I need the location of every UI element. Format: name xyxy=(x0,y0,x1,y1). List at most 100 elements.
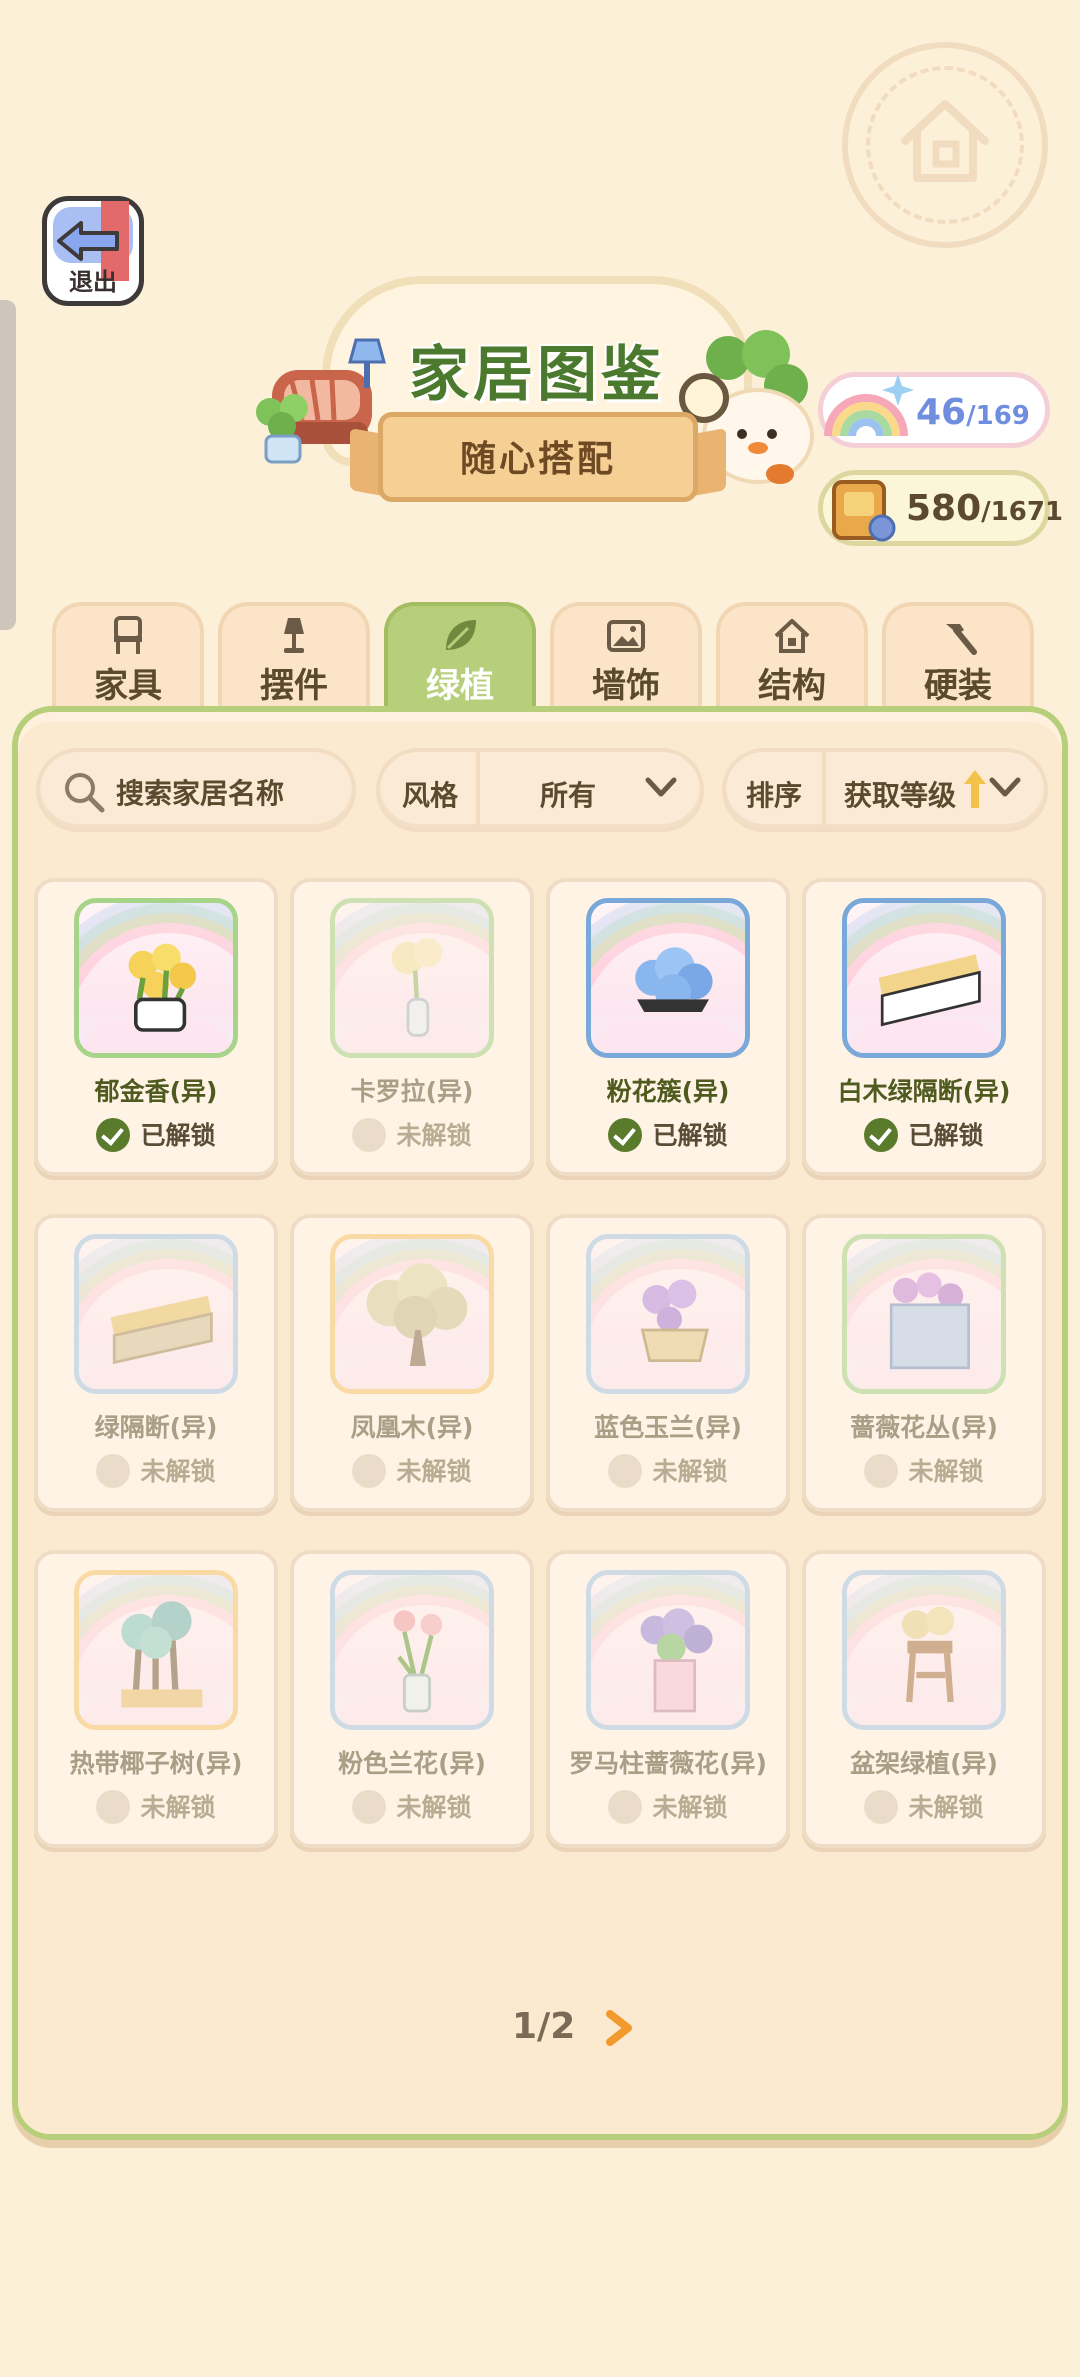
item-thumbnail xyxy=(842,898,1006,1058)
item-card[interactable]: 白木绿隔断(异) 已解锁 xyxy=(802,878,1046,1176)
home-button[interactable] xyxy=(842,42,1048,248)
plant-item-icon xyxy=(640,1279,709,1362)
book-icon xyxy=(832,480,896,542)
item-thumbnail xyxy=(842,1234,1006,1394)
collection-count: 46/169 xyxy=(916,392,1030,433)
lock-status-icon xyxy=(96,1454,131,1488)
item-card[interactable]: 凤凰木(异) 未解锁 xyxy=(290,1214,534,1512)
next-page-icon[interactable] xyxy=(604,2010,634,2046)
sort-value: 获取等级 xyxy=(844,779,957,812)
item-card[interactable]: 蔷薇花丛(异) 未解锁 xyxy=(802,1214,1046,1512)
side-edge-handle xyxy=(0,300,16,630)
unlock-status: 未解锁 xyxy=(550,1452,786,1490)
tab-label: 结构 xyxy=(758,666,826,706)
tab-furniture[interactable]: 家具 xyxy=(52,602,204,714)
chevron-down-icon xyxy=(645,777,677,797)
unlock-status: 未解锁 xyxy=(38,1788,274,1826)
lock-status-icon xyxy=(352,1118,387,1152)
plant-item-icon xyxy=(121,1601,203,1708)
item-name: 粉色兰花(异) xyxy=(338,1749,486,1778)
check-icon xyxy=(864,1118,899,1152)
tab-ornaments[interactable]: 摆件 xyxy=(218,602,370,714)
unlock-status-label: 已解锁 xyxy=(140,1121,216,1150)
item-name: 热带椰子树(异) xyxy=(69,1749,243,1778)
lock-status-icon xyxy=(864,1454,899,1488)
unlock-status-label: 未解锁 xyxy=(140,1457,216,1486)
item-card[interactable]: 罗马柱蔷薇花(异) 未解锁 xyxy=(546,1550,790,1848)
plant-item-icon xyxy=(391,938,443,1037)
unlock-status-label: 未解锁 xyxy=(652,1457,728,1486)
style-filter-value: 所有 xyxy=(540,779,597,812)
item-thumbnail xyxy=(330,1570,494,1730)
unlock-status: 未解锁 xyxy=(806,1452,1042,1490)
sort-up-arrow-icon xyxy=(964,770,986,808)
unlock-status-label: 未解锁 xyxy=(396,1457,472,1486)
tab-label: 摆件 xyxy=(260,666,328,706)
unlock-status: 未解锁 xyxy=(294,1452,530,1490)
plant-item-icon xyxy=(640,1608,713,1713)
chevron-down-icon xyxy=(989,777,1021,797)
item-card[interactable]: 粉花簇(异) 已解锁 xyxy=(546,878,790,1176)
lock-status-icon xyxy=(864,1790,899,1824)
item-thumbnail xyxy=(330,1234,494,1394)
page-title: 家居图鉴 xyxy=(409,340,665,410)
lock-status-icon xyxy=(608,1790,643,1824)
tab-wall-decor[interactable]: 墙饰 xyxy=(550,602,702,714)
lamp-icon xyxy=(284,618,304,653)
tab-label: 家具 xyxy=(94,666,162,706)
tab-label: 硬装 xyxy=(924,666,992,706)
tab-label: 绿植 xyxy=(426,666,494,706)
page-subtitle: 随心搭配 xyxy=(459,439,616,480)
check-icon xyxy=(608,1118,643,1152)
item-thumbnail xyxy=(74,1234,238,1394)
check-icon xyxy=(96,1118,131,1152)
unlock-status: 已解锁 xyxy=(38,1116,274,1154)
item-card[interactable]: 盆架绿植(异) 未解锁 xyxy=(802,1550,1046,1848)
unlock-status-label: 已解锁 xyxy=(908,1121,984,1150)
unlock-status: 未解锁 xyxy=(294,1788,530,1826)
lock-status-icon xyxy=(608,1454,643,1488)
unlock-status: 未解锁 xyxy=(806,1788,1042,1826)
exit-button[interactable]: 退出 xyxy=(42,196,144,306)
house-icon xyxy=(774,619,810,653)
search-placeholder: 搜索家居名称 xyxy=(116,777,285,810)
unlock-status: 未解锁 xyxy=(38,1452,274,1490)
exit-label: 退出 xyxy=(69,268,117,296)
item-card[interactable]: 热带椰子树(异) 未解锁 xyxy=(34,1550,278,1848)
item-card[interactable]: 绿隔断(异) 未解锁 xyxy=(34,1214,278,1512)
picture-icon xyxy=(607,620,645,652)
tab-structure[interactable]: 结构 xyxy=(716,602,868,714)
tab-plants[interactable]: 绿植 xyxy=(384,602,536,714)
plant-item-icon xyxy=(635,947,713,1012)
unlock-status: 未解锁 xyxy=(550,1788,786,1826)
unlock-status-label: 已解锁 xyxy=(652,1121,728,1150)
plant-item-icon xyxy=(128,943,197,1032)
item-card[interactable]: 郁金香(异) 已解锁 xyxy=(34,878,278,1176)
item-name: 郁金香(异) xyxy=(94,1077,218,1106)
item-name: 盆架绿植(异) xyxy=(850,1749,998,1778)
lock-status-icon xyxy=(96,1790,131,1824)
tab-label: 墙饰 xyxy=(592,666,660,706)
plant-item-icon xyxy=(878,954,981,1027)
page-indicator: 1/2 xyxy=(512,2006,576,2047)
sort-key: 排序 xyxy=(746,779,803,812)
hammer-icon xyxy=(946,624,977,655)
item-card[interactable]: 卡罗拉(异) 未解锁 xyxy=(290,878,534,1176)
plant-item-icon xyxy=(366,1263,468,1366)
item-name: 粉花簇(异) xyxy=(606,1077,730,1106)
item-thumbnail xyxy=(586,898,750,1058)
house-icon xyxy=(901,100,989,182)
leaf-icon xyxy=(446,620,476,650)
tab-hardware[interactable]: 硬装 xyxy=(882,602,1034,714)
item-thumbnail xyxy=(842,1570,1006,1730)
item-name: 蔷薇花丛(异) xyxy=(850,1413,998,1442)
item-name: 绿隔断(异) xyxy=(94,1413,218,1442)
plant-item-icon xyxy=(110,1295,213,1365)
unlock-status-label: 未解锁 xyxy=(396,1793,472,1822)
unlock-status-label: 未解锁 xyxy=(908,1793,984,1822)
item-card[interactable]: 蓝色玉兰(异) 未解锁 xyxy=(546,1214,790,1512)
unlock-status: 已解锁 xyxy=(806,1116,1042,1154)
item-card[interactable]: 粉色兰花(异) 未解锁 xyxy=(290,1550,534,1848)
unlock-status: 已解锁 xyxy=(550,1116,786,1154)
unlock-status: 未解锁 xyxy=(294,1116,530,1154)
